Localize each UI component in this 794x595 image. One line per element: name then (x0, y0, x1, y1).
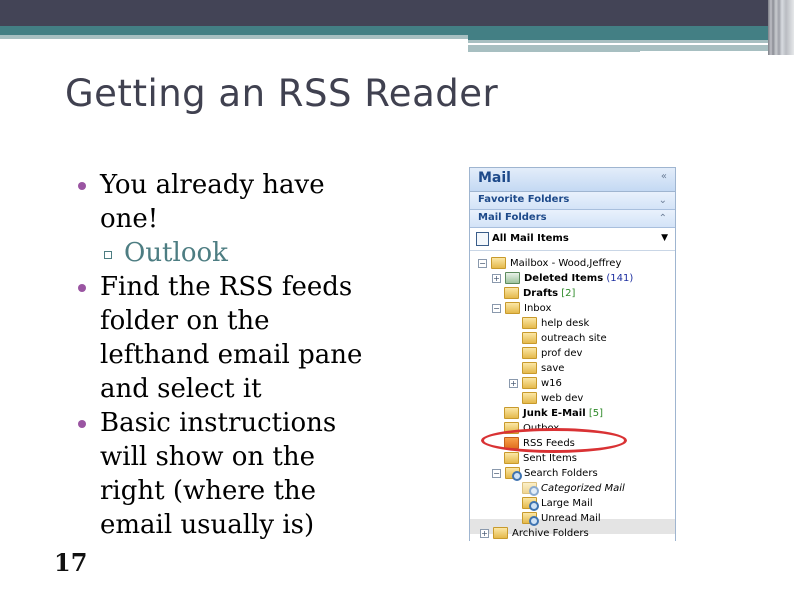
folder-icon (522, 317, 537, 329)
double-chevron-down-icon[interactable]: ⌄ (659, 195, 667, 206)
tree-item-archive[interactable]: + Archive Folders (480, 527, 589, 541)
folder-icon (522, 347, 537, 359)
tree-item-mailbox[interactable]: − Mailbox - Wood,Jeffrey (478, 257, 621, 271)
square-bullet-icon (104, 251, 112, 259)
accent-line-2 (640, 51, 768, 53)
sent-items-icon (504, 452, 519, 464)
accent-bar (0, 26, 794, 35)
search-folder-icon (522, 482, 539, 496)
tree-item-folder[interactable]: + w16 (509, 377, 562, 391)
drafts-icon (504, 287, 519, 299)
tree-item-search-folders[interactable]: − Search Folders (492, 467, 598, 481)
tree-item-folder[interactable]: prof dev (522, 347, 582, 361)
mailbox-icon (491, 257, 506, 269)
bullet-item: Basic instructions will show on the righ… (76, 406, 376, 542)
folder-icon (522, 332, 537, 344)
bullet-dot-icon (78, 182, 86, 190)
tree-item-folder[interactable]: save (522, 362, 564, 376)
bullet-item: Find the RSS feeds folder on the lefthan… (76, 270, 376, 406)
highlight-oval (481, 428, 627, 453)
inbox-icon (505, 302, 520, 314)
search-folder-icon (522, 512, 539, 526)
tree-item-folder[interactable]: outreach site (522, 332, 607, 346)
tree-item-deleted-items[interactable]: + Deleted Items (141) (492, 272, 633, 286)
tree-item-folder[interactable]: help desk (522, 317, 589, 331)
search-folder-icon (505, 467, 522, 481)
mail-folders-section[interactable]: Mail Folders ⌃ (470, 210, 675, 228)
tree-item-search-folder[interactable]: Large Mail (522, 497, 593, 511)
outlook-mail-pane: Mail « Favorite Folders ⌄ Mail Folders ⌃… (469, 167, 676, 541)
folder-icon (522, 362, 537, 374)
double-chevron-left-icon[interactable]: « (661, 171, 667, 182)
header-bar (0, 0, 794, 26)
archive-folder-icon (493, 527, 508, 539)
tree-item-inbox[interactable]: − Inbox (492, 302, 551, 316)
tree-item-junk[interactable]: Junk E-Mail [5] (504, 407, 603, 421)
folder-icon (522, 392, 537, 404)
favorite-folders-section[interactable]: Favorite Folders ⌄ (470, 192, 675, 210)
tree-item-sent-items[interactable]: Sent Items (504, 452, 577, 466)
decorative-stripes (768, 0, 794, 55)
tree-item-search-folder[interactable]: Categorized Mail (522, 482, 625, 496)
bullet-item: You already have one! (76, 168, 376, 236)
tree-item-search-folder[interactable]: Unread Mail (522, 512, 601, 526)
all-mail-items-dropdown[interactable]: All Mail Items ▼ (470, 228, 675, 251)
mail-search-icon (476, 232, 489, 246)
sub-bullet-item: Outlook (76, 236, 376, 270)
mail-header-title: Mail (478, 170, 511, 186)
expand-icon[interactable]: + (492, 273, 501, 283)
tree-item-folder[interactable]: web dev (522, 392, 583, 406)
slide-number: 17 (54, 548, 88, 577)
junk-mail-icon (504, 407, 519, 419)
tree-item-drafts[interactable]: Drafts [2] (504, 287, 575, 301)
accent-stripe (0, 35, 468, 39)
bullet-list: You already have one! Outlook Find the R… (76, 168, 376, 542)
trash-icon (505, 272, 520, 284)
collapse-icon[interactable]: − (492, 303, 501, 313)
search-folder-icon (522, 497, 539, 511)
slide-title: Getting an RSS Reader (65, 72, 499, 115)
dropdown-arrow-icon[interactable]: ▼ (661, 233, 668, 243)
double-chevron-up-icon[interactable]: ⌃ (659, 213, 667, 224)
bullet-dot-icon (78, 420, 86, 428)
bullet-dot-icon (78, 284, 86, 292)
expand-icon[interactable]: + (480, 528, 489, 538)
folder-icon (522, 377, 537, 389)
expand-icon[interactable]: + (509, 378, 518, 388)
collapse-icon[interactable]: − (478, 258, 487, 268)
mail-header: Mail « (470, 168, 675, 192)
collapse-icon[interactable]: − (492, 468, 501, 478)
